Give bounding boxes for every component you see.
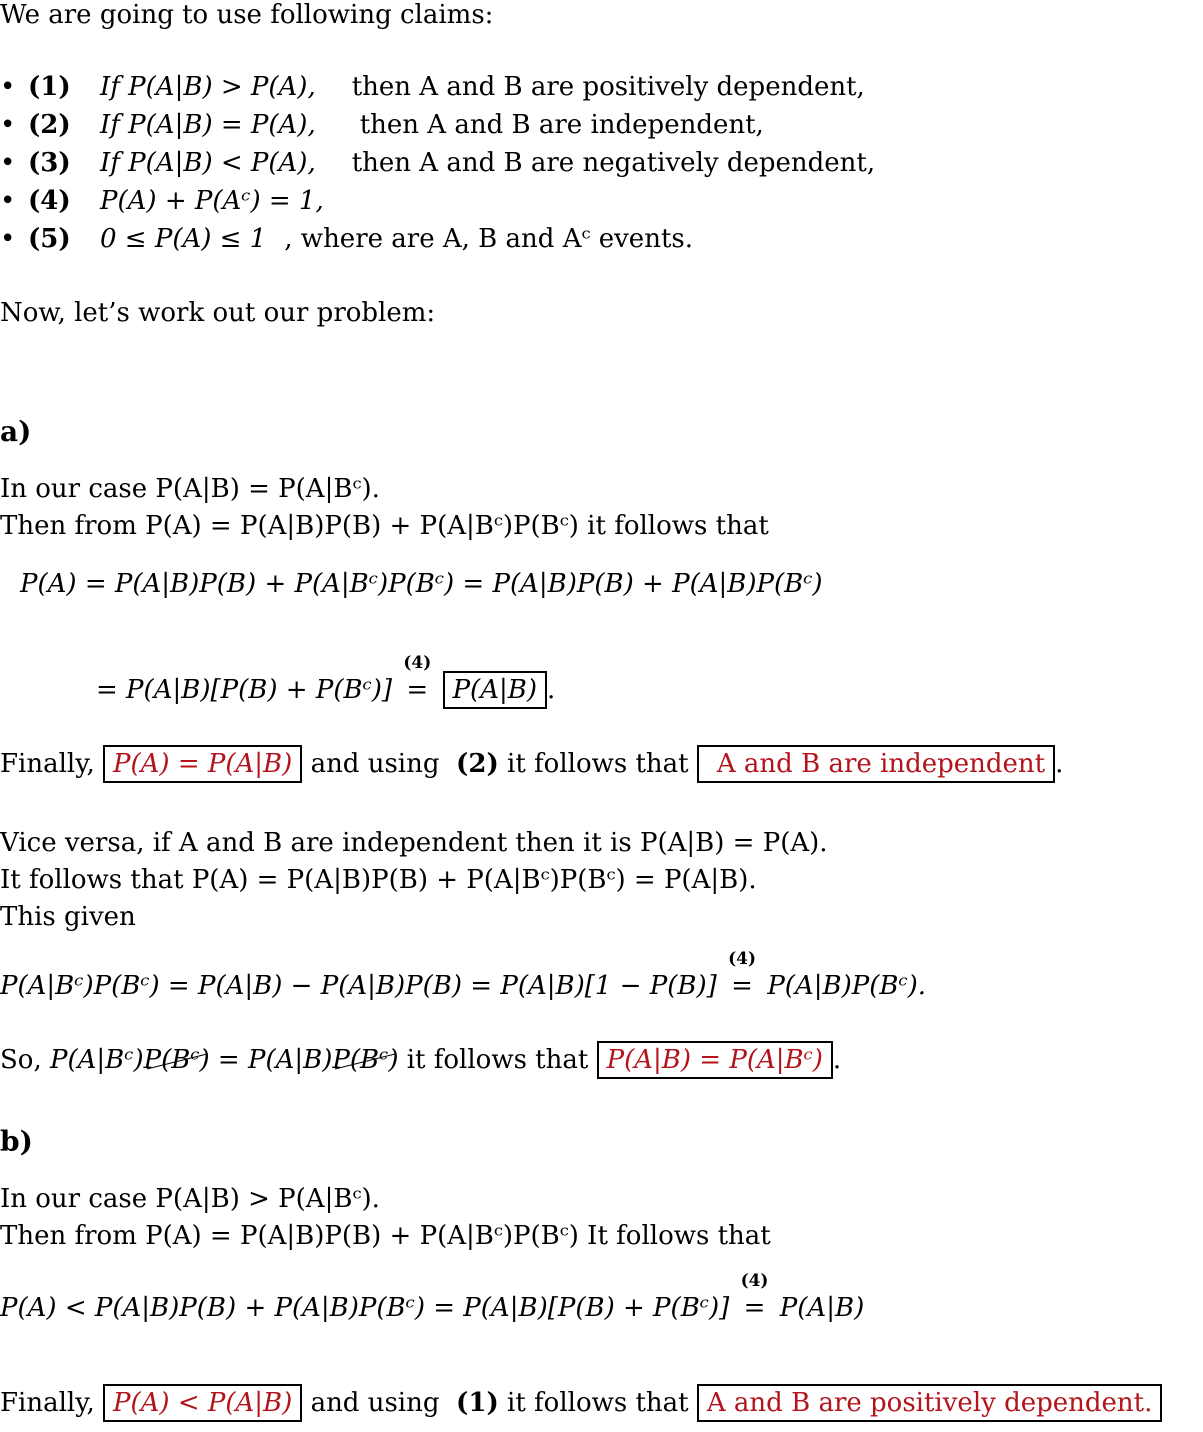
claim-result: then A and B are positively dependent, — [351, 72, 865, 102]
vice-versa-text: This given — [0, 902, 136, 932]
derivation-text: Then from P(A) = P(A|B)P(B) + P(A|Bᶜ)P(B… — [0, 511, 769, 541]
bullet-icon: • — [0, 224, 16, 254]
claim-label: (1) — [28, 72, 71, 102]
claim-condition: P(A) + P(Aᶜ) = 1, — [100, 186, 324, 216]
equals-by-claim: = (4) — [738, 1273, 772, 1322]
claim-reference: (4) — [740, 1271, 769, 1291]
so-prefix: So, — [0, 1045, 42, 1075]
derivation-text: Then from P(A) = P(A|B)P(B) + P(A|Bᶜ)P(B… — [0, 1221, 771, 1251]
equation-right: P(A|B) — [779, 1293, 865, 1323]
bullet-icon: • — [0, 148, 16, 178]
transition-text: Now, let’s work out our problem: — [0, 298, 436, 328]
claim-item: • (2) If P(A|B) = P(A), then A and B are in… — [0, 112, 764, 138]
claim-condition: 0 ≤ P(A) ≤ 1 — [100, 224, 267, 254]
claim-item: • (4) P(A) + P(Aᶜ) = 1, — [0, 188, 324, 214]
case-statement: In our case P(A|B) = P(A|Bᶜ). — [0, 474, 380, 504]
claim-result: then A and B are negatively dependent, — [351, 148, 876, 178]
claim-condition: If P(A|B) = P(A), — [100, 110, 316, 140]
section-heading-b: b) — [0, 1125, 33, 1158]
claim-reference: (2) — [456, 749, 499, 779]
claim-reference: (4) — [728, 949, 756, 969]
equation-left: = P(A|B)[P(B) + P(Bᶜ)] — [96, 675, 393, 705]
claim-condition: If P(A|B) < P(A), — [100, 148, 316, 178]
boxed-conclusion-highlight: A and B are positively dependent. — [696, 1384, 1163, 1422]
claim-result: then A and B are independent, — [359, 110, 764, 140]
claim-reference: (4) — [403, 653, 432, 673]
claim-condition: If P(A|B) > P(A), — [100, 72, 316, 102]
cancelled-term: P(Bᶜ) — [143, 1045, 210, 1075]
equals-by-claim: = (4) — [400, 655, 434, 704]
claim-item: • (3) If P(A|B) < P(A), then A and B are ne… — [0, 150, 875, 176]
case-statement: In our case P(A|B) > P(A|Bᶜ). — [0, 1184, 380, 1214]
conclusion-line: Finally, P(A) = P(A|B) and using (2) it … — [0, 745, 1063, 783]
bullet-icon: • — [0, 110, 16, 140]
vice-versa-text: Vice versa, if A and B are independent t… — [0, 828, 828, 858]
boxed-result: P(A|B) — [442, 671, 547, 709]
so-line: So, P(A|Bᶜ)P(Bᶜ) = P(A|B)P(Bᶜ) it follow… — [0, 1041, 841, 1079]
bullet-icon: • — [0, 72, 16, 102]
cancelled-term: P(Bᶜ) — [332, 1045, 399, 1075]
conclusion-prefix: Finally, — [0, 1388, 95, 1418]
section-heading-a: a) — [0, 415, 32, 448]
equation-term: = P(A|B) — [217, 1045, 333, 1075]
claim-label: (5) — [28, 224, 71, 254]
so-suffix: it follows that — [406, 1045, 589, 1075]
boxed-result-highlight: P(A) < P(A|B) — [103, 1384, 303, 1422]
claim-label: (4) — [28, 186, 71, 216]
bullet-icon: • — [0, 186, 16, 216]
equals-by-claim: = (4) — [725, 951, 759, 1000]
equation: = P(A|B)[P(B) + P(Bᶜ)] = (4) P(A|B). — [96, 655, 555, 709]
boxed-conclusion-highlight: A and B are independent — [696, 745, 1056, 783]
conclusion-text: it follows that — [507, 1388, 689, 1418]
conclusion-prefix: Finally, — [0, 749, 95, 779]
equation: P(A) < P(A|B)P(B) + P(A|B)P(Bᶜ) = P(A|B)… — [0, 1273, 865, 1323]
boxed-result-highlight: P(A|B) = P(A|Bᶜ) — [596, 1041, 833, 1079]
claim-label: (3) — [28, 148, 71, 178]
claim-item: • (5) 0 ≤ P(A) ≤ 1 , where are A, B and Aᶜ … — [0, 226, 693, 252]
equation-term: P(A|Bᶜ) — [50, 1045, 144, 1075]
claim-result: , where are A, B and Aᶜ events. — [284, 224, 693, 254]
conclusion-text: and using — [310, 749, 440, 779]
conclusion-text: and using — [310, 1388, 440, 1418]
equation: P(A) = P(A|B)P(B) + P(A|Bᶜ)P(Bᶜ) = P(A|B… — [20, 569, 823, 599]
conclusion-line: Finally, P(A) < P(A|B) and using (1) it … — [0, 1384, 1163, 1422]
equation-left: P(A|Bᶜ)P(Bᶜ) = P(A|B) − P(A|B)P(B) = P(A… — [0, 971, 717, 1001]
equation-left: P(A) < P(A|B)P(B) + P(A|B)P(Bᶜ) = P(A|B)… — [0, 1293, 730, 1323]
intro-text: We are going to use following claims: — [0, 0, 494, 30]
claim-item: • (1) If P(A|B) > P(A), then A and B are po… — [0, 74, 865, 100]
claim-label: (2) — [28, 110, 71, 140]
conclusion-text: it follows that — [507, 749, 689, 779]
boxed-result-highlight: P(A) = P(A|B) — [103, 745, 303, 783]
vice-versa-text: It follows that P(A) = P(A|B)P(B) + P(A|… — [0, 865, 757, 895]
equation: P(A|Bᶜ)P(Bᶜ) = P(A|B) − P(A|B)P(B) = P(A… — [0, 951, 927, 1001]
claim-reference: (1) — [456, 1388, 499, 1418]
equation-right: P(A|B)P(Bᶜ). — [767, 971, 927, 1001]
